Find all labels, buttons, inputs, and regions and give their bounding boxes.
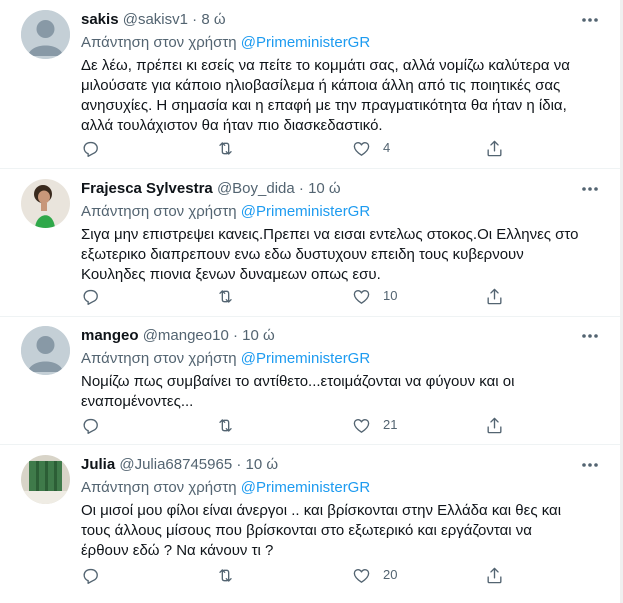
- retweet-button[interactable]: [216, 414, 235, 436]
- timestamp[interactable]: 10 ώ: [308, 180, 341, 197]
- tweet-frajesca[interactable]: Frajesca Sylvestra @Boy_dida · 10 ώ Απάν…: [0, 169, 620, 317]
- like-count: 10: [383, 288, 398, 303]
- tweet-text: Σιγα μην επιστρεψει κανεις.Πρεπει να εισ…: [81, 226, 579, 283]
- action-bar: 4: [81, 137, 511, 159]
- action-bar: 10: [81, 285, 511, 307]
- tweet-text: Νομίζω πως συμβαίνει το αντίθετο...ετοιμ…: [81, 373, 515, 410]
- share-icon: [487, 417, 502, 433]
- more-options-icon[interactable]: [580, 328, 600, 344]
- avatar[interactable]: [21, 326, 70, 375]
- share-button[interactable]: [485, 564, 504, 586]
- reply-button[interactable]: [81, 285, 100, 307]
- profile-photo-icon: [21, 179, 70, 228]
- user-handle[interactable]: @Julia68745965: [119, 456, 232, 473]
- tweet-sakis[interactable]: sakis @sakisv1 · 8 ώ Απάντηση στον χρήστ…: [0, 0, 620, 169]
- heart-icon: [353, 568, 370, 583]
- display-name[interactable]: Frajesca Sylvestra: [81, 180, 213, 197]
- tweet-header: sakis @sakisv1 · 8 ώ: [81, 10, 226, 30]
- tweet-header: mangeo @mangeo10 · 10 ώ: [81, 326, 275, 346]
- like-button[interactable]: 4: [352, 137, 390, 159]
- retweet-button[interactable]: [216, 137, 235, 159]
- retweet-button[interactable]: [216, 564, 235, 586]
- reply-button[interactable]: [81, 414, 100, 436]
- more-options-icon[interactable]: [580, 181, 600, 197]
- separator-dot: ·: [298, 180, 304, 197]
- heart-icon: [353, 289, 370, 304]
- like-button[interactable]: 21: [352, 414, 397, 436]
- more-options-icon[interactable]: [580, 457, 600, 473]
- separator-dot: ·: [236, 456, 242, 473]
- reply-button[interactable]: [81, 564, 100, 586]
- profile-photo-icon: [21, 455, 70, 504]
- replying-to: Απάντηση στον χρήστη @PrimeministerGR: [81, 479, 371, 496]
- timestamp[interactable]: 8 ώ: [201, 11, 225, 28]
- share-button[interactable]: [485, 285, 504, 307]
- separator-dot: ·: [232, 327, 238, 344]
- share-button[interactable]: [485, 414, 504, 436]
- reply-icon: [83, 289, 98, 305]
- tweet-text: Δε λέω, πρέπει κι εσείς να πείτε το κομμ…: [81, 57, 570, 134]
- avatar[interactable]: [21, 10, 70, 59]
- share-icon: [487, 567, 502, 583]
- like-button[interactable]: 10: [352, 285, 397, 307]
- tweet-mangeo[interactable]: mangeo @mangeo10 · 10 ώ Απάντηση στον χρ…: [0, 317, 620, 445]
- like-count: 21: [383, 417, 398, 432]
- like-button[interactable]: 20: [352, 564, 397, 586]
- reply-icon: [83, 418, 98, 434]
- user-handle[interactable]: @mangeo10: [143, 327, 229, 344]
- mention-link[interactable]: @PrimeministerGR: [241, 479, 370, 496]
- display-name[interactable]: sakis: [81, 11, 119, 28]
- separator-dot: ·: [192, 11, 198, 28]
- default-avatar-icon: [21, 326, 70, 375]
- share-button[interactable]: [485, 137, 504, 159]
- tweet-header: Frajesca Sylvestra @Boy_dida · 10 ώ: [81, 179, 341, 199]
- replying-to: Απάντηση στον χρήστη @PrimeministerGR: [81, 350, 371, 367]
- replying-to: Απάντηση στον χρήστη @PrimeministerGR: [81, 203, 371, 220]
- share-icon: [487, 288, 502, 304]
- action-bar: 21: [81, 414, 511, 436]
- mention-link[interactable]: @PrimeministerGR: [241, 203, 370, 220]
- mention-link[interactable]: @PrimeministerGR: [241, 350, 370, 367]
- display-name[interactable]: Julia: [81, 456, 115, 473]
- retweet-button[interactable]: [216, 285, 235, 307]
- more-options-icon[interactable]: [580, 12, 600, 28]
- action-bar: 20: [81, 564, 511, 586]
- mention-link[interactable]: @PrimeministerGR: [241, 34, 370, 51]
- reply-button[interactable]: [81, 137, 100, 159]
- timestamp[interactable]: 10 ώ: [246, 456, 279, 473]
- avatar[interactable]: [21, 455, 70, 504]
- user-handle[interactable]: @sakisv1: [123, 11, 188, 28]
- tweet-julia[interactable]: Julia @Julia68745965 · 10 ώ Απάντηση στο…: [0, 445, 620, 603]
- heart-icon: [353, 418, 370, 433]
- user-handle[interactable]: @Boy_dida: [217, 180, 295, 197]
- display-name[interactable]: mangeo: [81, 327, 139, 344]
- tweet-header: Julia @Julia68745965 · 10 ώ: [81, 455, 278, 475]
- like-count: 4: [383, 140, 391, 155]
- reply-icon: [83, 568, 98, 584]
- default-avatar-icon: [21, 10, 70, 59]
- retweet-icon: [219, 418, 232, 432]
- heart-icon: [353, 141, 370, 156]
- avatar[interactable]: [21, 179, 70, 228]
- timestamp[interactable]: 10 ώ: [242, 327, 275, 344]
- tweet-text: Οι μισοί μου φίλοι είναι άνεργοι .. και …: [81, 502, 562, 559]
- retweet-icon: [219, 289, 232, 303]
- retweet-icon: [219, 141, 232, 155]
- like-count: 20: [383, 567, 398, 582]
- replying-to: Απάντηση στον χρήστη @PrimeministerGR: [81, 34, 371, 51]
- share-icon: [487, 140, 502, 156]
- reply-feed: sakis @sakisv1 · 8 ώ Απάντηση στον χρήστ…: [0, 0, 623, 603]
- reply-icon: [83, 141, 98, 157]
- retweet-icon: [219, 568, 232, 582]
